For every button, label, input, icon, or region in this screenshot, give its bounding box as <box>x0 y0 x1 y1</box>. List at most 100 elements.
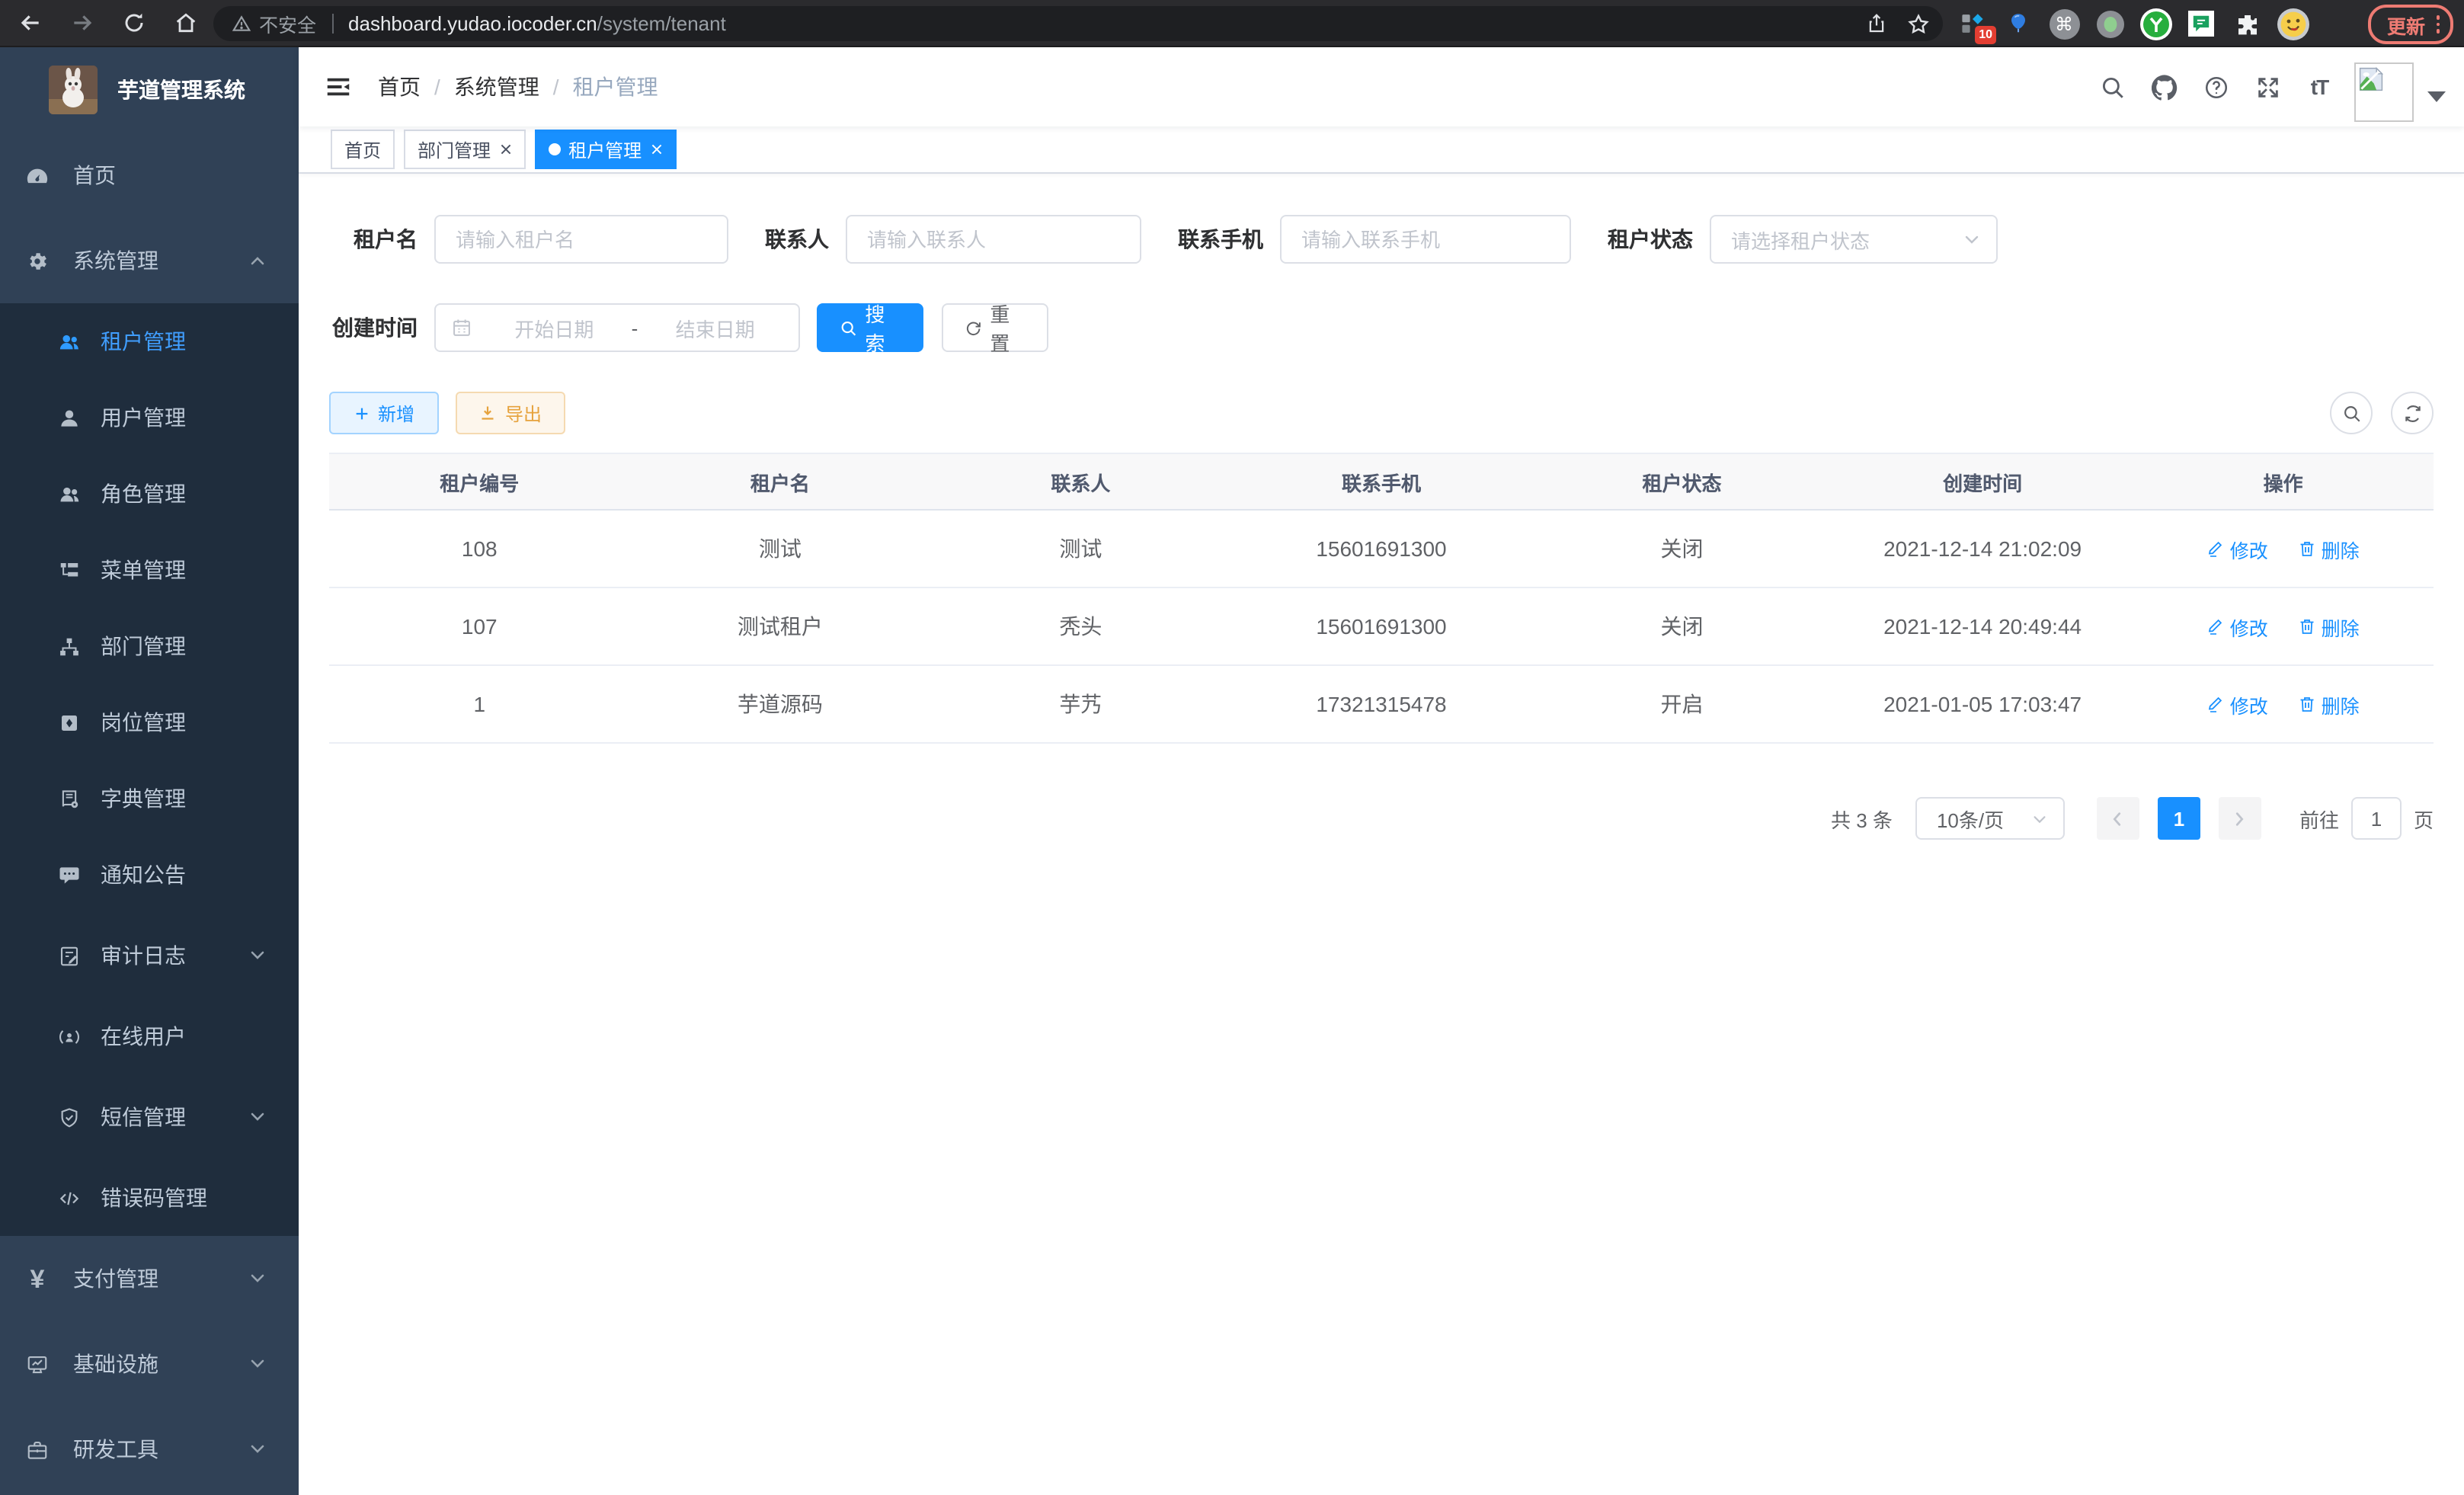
status-label: 租户状态 <box>1608 224 1693 255</box>
date-separator: - <box>622 316 648 339</box>
url-host[interactable]: dashboard.yudao.iocoder.cn <box>348 12 597 35</box>
pagination: 共 3 条 10条/页 1 前往 <box>329 797 2434 840</box>
browser-back-icon[interactable] <box>12 5 49 41</box>
sidebar-item-menu-mgmt[interactable]: 菜单管理 <box>0 532 299 608</box>
browser-update-button[interactable]: 更新 <box>2369 5 2453 44</box>
user-avatar-dropdown[interactable] <box>2354 52 2446 122</box>
cell-status: 关闭 <box>1531 587 1832 665</box>
sidebar-item-audit-log[interactable]: 审计日志 <box>0 913 299 998</box>
contact-input-wrap <box>846 215 1141 264</box>
sidebar-group-infra[interactable]: 基础设施 <box>0 1321 299 1407</box>
edit-link[interactable]: 修改 <box>2207 612 2268 641</box>
sidebar-item-user-mgmt[interactable]: 用户管理 <box>0 379 299 456</box>
sidebar-logo[interactable]: 芋道管理系统 <box>0 47 299 133</box>
extension-chat-icon[interactable] <box>2184 6 2219 41</box>
dashboard-icon <box>26 164 49 187</box>
search-icon[interactable] <box>2086 47 2138 126</box>
delete-link-label: 删除 <box>2322 534 2360 563</box>
col-contact: 联系人 <box>930 453 1231 510</box>
profile-avatar-icon[interactable] <box>2275 6 2310 41</box>
delete-link[interactable]: 删除 <box>2299 690 2360 719</box>
logo-image <box>49 66 98 114</box>
top-navbar: 首页 / 系统管理 / 租户管理 <box>299 47 2464 126</box>
sidebar-group-system[interactable]: 系统管理 <box>0 218 299 303</box>
sidebar-item-error-code[interactable]: 错误码管理 <box>0 1160 299 1236</box>
sidebar-item-sms-mgmt[interactable]: 短信管理 <box>0 1074 299 1160</box>
sidebar-item-role-mgmt[interactable]: 角色管理 <box>0 456 299 532</box>
sidebar: 芋道管理系统 首页 系统管理 <box>0 47 299 1495</box>
export-button[interactable]: 导出 <box>456 392 565 434</box>
breadcrumb-home[interactable]: 首页 <box>378 72 421 102</box>
sidebar-item-tenant-mgmt[interactable]: 租户管理 <box>0 303 299 379</box>
next-page-button[interactable] <box>2219 797 2261 840</box>
browser-forward-icon[interactable] <box>64 5 101 41</box>
extension-balloon-icon[interactable] <box>2001 6 2036 41</box>
tags-view: 首页 部门管理 租户管理 <box>299 126 2464 174</box>
browser-reload-icon[interactable] <box>116 5 152 41</box>
breadcrumb-separator: / <box>553 75 559 99</box>
toggle-search-button[interactable] <box>2330 392 2373 434</box>
close-icon[interactable] <box>500 143 512 155</box>
close-icon[interactable] <box>651 143 663 155</box>
address-bar[interactable]: 不安全 dashboard.yudao.iocoder.cn/system/te… <box>213 6 1943 41</box>
extension-y-icon[interactable] <box>2138 6 2173 41</box>
extension-grid-icon[interactable]: 10 <box>1955 6 1990 41</box>
filter-row-2: 创建时间 开始日期 - 结束日期 搜索 <box>329 303 2434 352</box>
tab-tenant-mgmt[interactable]: 租户管理 <box>535 130 677 169</box>
share-icon[interactable] <box>1858 5 1894 42</box>
browser-menu-icon[interactable] <box>2436 16 2440 34</box>
url-path[interactable]: /system/tenant <box>597 12 726 35</box>
cell-tenant-id: 1 <box>329 665 630 743</box>
edit-link[interactable]: 修改 <box>2207 690 2268 719</box>
sidebar-item-dict-mgmt[interactable]: 字典管理 <box>0 760 299 837</box>
sidebar-group-label: 研发工具 <box>73 1434 158 1465</box>
shield-check-icon <box>58 1106 81 1128</box>
cell-mobile: 15601691300 <box>1231 510 1532 587</box>
contact-input[interactable] <box>847 228 1140 251</box>
add-button[interactable]: 新增 <box>329 392 439 434</box>
extension-command-icon[interactable]: ⌘ <box>2046 6 2082 41</box>
page-size-select[interactable]: 10条/页 <box>1915 797 2065 840</box>
search-button-label: 搜索 <box>865 299 901 357</box>
prev-page-button[interactable] <box>2097 797 2139 840</box>
broken-avatar-image <box>2354 62 2414 122</box>
fullscreen-icon[interactable] <box>2242 47 2293 126</box>
help-icon[interactable] <box>2190 47 2242 126</box>
sidebar-item-label: 角色管理 <box>101 479 186 509</box>
goto-page-input[interactable] <box>2353 807 2400 830</box>
create-time-range-input[interactable]: 开始日期 - 结束日期 <box>434 303 800 352</box>
delete-link[interactable]: 删除 <box>2299 534 2360 563</box>
extension-puzzle-icon[interactable] <box>2229 6 2264 41</box>
tenant-name-input[interactable] <box>436 228 727 251</box>
start-date-placeholder: 开始日期 <box>486 313 622 342</box>
sidebar-item-home[interactable]: 首页 <box>0 133 299 218</box>
hamburger-icon[interactable] <box>325 73 352 101</box>
reset-button[interactable]: 重置 <box>942 303 1048 352</box>
sidebar-item-post-mgmt[interactable]: 岗位管理 <box>0 684 299 760</box>
tab-home[interactable]: 首页 <box>331 130 395 169</box>
current-page-button[interactable]: 1 <box>2158 797 2200 840</box>
breadcrumb-system[interactable]: 系统管理 <box>454 72 539 102</box>
edit-link[interactable]: 修改 <box>2207 534 2268 563</box>
font-size-icon[interactable]: tT <box>2293 47 2345 126</box>
search-button[interactable]: 搜索 <box>817 303 923 352</box>
sidebar-item-dept-mgmt[interactable]: 部门管理 <box>0 608 299 684</box>
gear-icon <box>26 249 49 272</box>
browser-home-icon[interactable] <box>168 5 204 41</box>
sidebar-group-dev-tools[interactable]: 研发工具 <box>0 1407 299 1492</box>
mobile-input[interactable] <box>1282 228 1570 251</box>
refresh-button[interactable] <box>2391 392 2434 434</box>
bookmark-star-icon[interactable] <box>1900 5 1937 42</box>
sidebar-item-notice[interactable]: 通知公告 <box>0 837 299 913</box>
github-icon[interactable] <box>2138 47 2190 126</box>
sidebar-group-payment[interactable]: ¥ 支付管理 <box>0 1236 299 1321</box>
sidebar-item-online-users[interactable]: 在线用户 <box>0 998 299 1074</box>
sidebar-item-label: 用户管理 <box>101 402 186 433</box>
status-select[interactable]: 请选择租户状态 <box>1710 215 1998 264</box>
tab-dept-mgmt[interactable]: 部门管理 <box>404 130 526 169</box>
security-label[interactable]: 不安全 <box>259 9 316 38</box>
delete-link[interactable]: 删除 <box>2299 612 2360 641</box>
log-icon <box>58 944 81 967</box>
sidebar-group-label: 系统管理 <box>73 245 158 276</box>
extension-dot-icon[interactable] <box>2092 6 2127 41</box>
